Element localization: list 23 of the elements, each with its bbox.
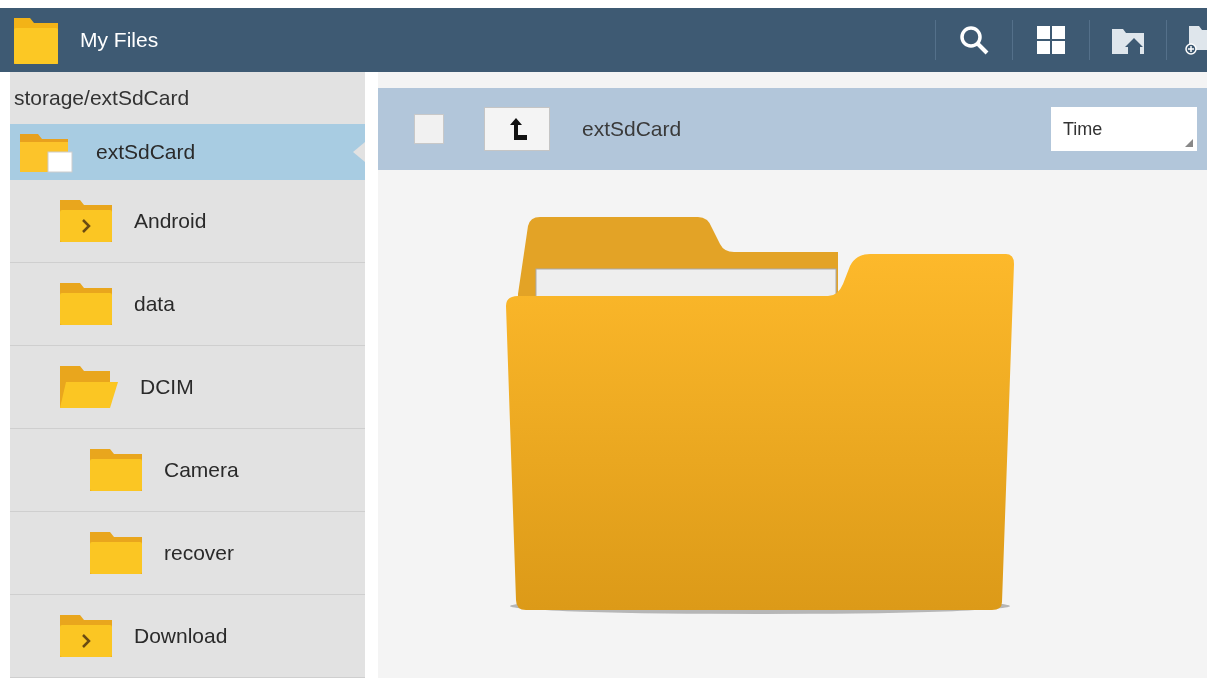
folder-arrow-icon [58,613,114,659]
app-title: My Files [80,27,159,54]
folder-tree-item[interactable]: recover [10,512,365,595]
folder-icon [58,281,114,327]
search-icon[interactable] [959,25,989,55]
path-label: storage/extSdCard [14,85,190,112]
up-button[interactable] [484,107,550,151]
current-folder-label: extSdCard [582,116,682,143]
new-folder-icon[interactable] [1185,24,1207,56]
selection-pointer [353,142,365,162]
grid-view-icon[interactable] [1036,25,1066,55]
folder-tree-item[interactable]: data [10,263,365,346]
sort-dropdown[interactable]: Time [1051,107,1197,151]
folder-tree-item[interactable]: Download [10,595,365,678]
folder-tree-item[interactable]: Camera [10,429,365,512]
folder-icon [88,447,144,493]
folder-icon [88,530,144,576]
open-folder-icon [58,364,120,410]
folder-tree-item[interactable]: DCIM [10,346,365,429]
folder-tree-item[interactable]: extSdCard [10,124,365,180]
select-all-checkbox[interactable] [414,114,444,144]
folder-tree-item[interactable]: Android [10,180,365,263]
folder-arrow-icon [58,198,114,244]
